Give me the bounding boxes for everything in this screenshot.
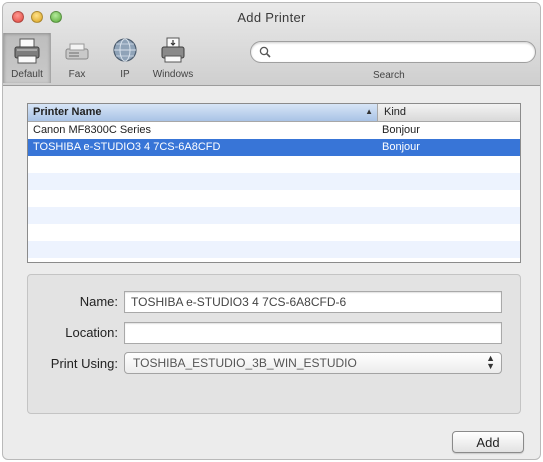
- name-label: Name:: [79, 294, 118, 309]
- printer-list[interactable]: Printer Name ▲ Kind Canon MF8300C Series…: [27, 103, 521, 263]
- printer-kind-cell: Bonjour: [382, 124, 420, 136]
- toolbar-item-fax[interactable]: Fax: [53, 33, 101, 83]
- printer-row-selected[interactable]: TOSHIBA e-STUDIO3 4 7CS-6A8CFD Bonjour: [28, 139, 520, 156]
- search-field[interactable]: [250, 41, 536, 63]
- chevron-up-down-icon: ▲ ▼: [486, 353, 495, 371]
- ip-globe-icon: [113, 38, 137, 62]
- printer-row[interactable]: Canon MF8300C Series Bonjour: [28, 122, 520, 139]
- empty-row: [28, 173, 520, 190]
- windows-printer-icon: [161, 37, 185, 63]
- toolbar-item-label: IP: [120, 69, 130, 80]
- print-using-select[interactable]: TOSHIBA_ESTUDIO_3B_WIN_ESTUDIO ▲ ▼: [124, 352, 502, 374]
- search-input[interactable]: [275, 44, 529, 62]
- printer-details-panel: Name: Location: Print Using: TOSHIBA_EST…: [27, 274, 521, 414]
- column-header-printer-name[interactable]: Printer Name ▲: [28, 104, 378, 121]
- printer-name-cell: Canon MF8300C Series: [33, 124, 152, 136]
- toolbar-item-ip[interactable]: IP: [101, 33, 149, 83]
- printer-name-cell: TOSHIBA e-STUDIO3 4 7CS-6A8CFD: [33, 141, 221, 153]
- toolbar-item-default[interactable]: Default: [3, 33, 51, 83]
- toolbar: Add Printer Default Fax IP Windows Searc…: [3, 3, 540, 86]
- printer-list-body: Canon MF8300C Series Bonjour TOSHIBA e-S…: [28, 122, 520, 258]
- add-button[interactable]: Add: [452, 431, 524, 453]
- toolbar-item-label: Windows: [152, 69, 194, 80]
- default-printer-icon: [14, 38, 40, 64]
- printer-list-header: Printer Name ▲ Kind: [28, 104, 520, 122]
- sort-ascending-icon: ▲: [365, 107, 373, 116]
- print-using-label: Print Using:: [50, 356, 118, 371]
- search-label: Search: [373, 70, 405, 81]
- empty-row: [28, 224, 520, 241]
- print-using-value: TOSHIBA_ESTUDIO_3B_WIN_ESTUDIO: [133, 356, 357, 370]
- name-field[interactable]: [124, 291, 502, 313]
- location-label: Location:: [65, 325, 118, 340]
- empty-row: [28, 207, 520, 224]
- toolbar-item-windows[interactable]: Windows: [149, 33, 197, 83]
- printer-kind-cell: Bonjour: [382, 141, 420, 153]
- location-field[interactable]: [124, 322, 502, 344]
- empty-row: [28, 156, 520, 173]
- add-printer-window: Add Printer Default Fax IP Windows Searc…: [2, 2, 541, 460]
- window-title: Add Printer: [237, 10, 306, 25]
- toolbar-item-label: Fax: [68, 69, 86, 80]
- fax-icon: [65, 43, 89, 60]
- toolbar-item-label: Default: [11, 69, 43, 80]
- column-header-kind[interactable]: Kind: [380, 104, 410, 120]
- empty-row: [28, 190, 520, 207]
- search-icon: [259, 46, 271, 58]
- empty-row: [28, 241, 520, 258]
